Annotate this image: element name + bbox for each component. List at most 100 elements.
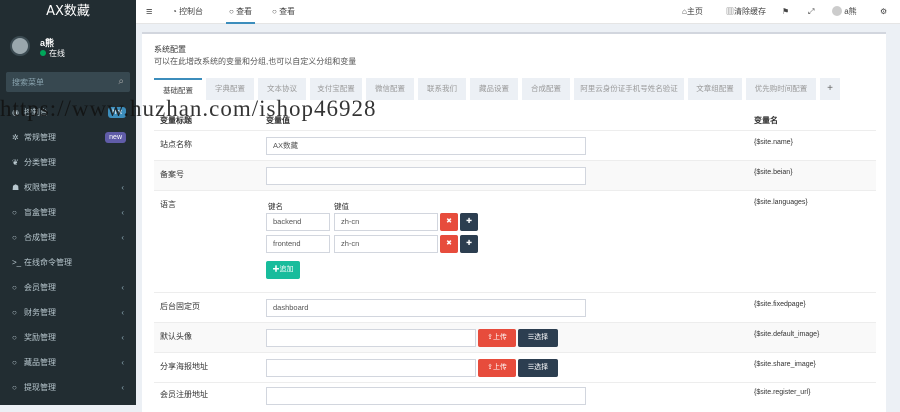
search-icon[interactable]: ⌕ <box>118 76 124 87</box>
tab-synthesis[interactable]: 合成配置 <box>522 78 570 100</box>
fixedpage-input[interactable]: dashboard <box>266 299 586 317</box>
remove-row-button[interactable]: ✖ <box>440 213 458 231</box>
upload-button[interactable]: ⇪上传 <box>478 359 516 377</box>
group-icon: ☗ <box>12 183 20 192</box>
row-title: 默认头像 <box>160 332 192 341</box>
home-link[interactable]: ⌂主页 <box>682 0 703 24</box>
table-row: 后台固定页 dashboard {$site.fixedpage} <box>154 292 876 322</box>
sidebar-item-reward[interactable]: ○ 奖励管理 ‹ <box>0 325 136 350</box>
select-button[interactable]: ☰选择 <box>518 359 558 377</box>
sidebar-item-label: 提现管理 <box>24 383 56 392</box>
brand-logo[interactable]: AX数藏 <box>0 0 136 24</box>
beian-input[interactable] <box>266 167 586 185</box>
fullscreen-icon[interactable]: ⤢ <box>808 0 814 24</box>
select-label: 选择 <box>534 334 549 341</box>
row-title: 会员注册地址 <box>160 390 208 399</box>
lang-key-input[interactable]: frontend <box>266 235 330 253</box>
tab-priority[interactable]: 优先购时间配置 <box>746 78 816 100</box>
select-label: 选择 <box>534 364 549 371</box>
sidebar-item-collection[interactable]: ○ 藏品管理 ‹ <box>0 350 136 375</box>
table-row: 分享海报地址 ⇪上传 ☰选择 {$site.share_image} <box>154 352 876 382</box>
remove-row-button[interactable]: ✖ <box>440 235 458 253</box>
row-title: 分享海报地址 <box>160 362 208 371</box>
row-title: 语言 <box>160 200 176 209</box>
circle-icon: ○ <box>229 7 237 16</box>
row-var-name: {$site.register_url} <box>754 389 811 396</box>
chevron-left-icon: ‹ <box>121 383 124 392</box>
chevron-left-icon: ‹ <box>121 208 124 217</box>
row-var-name: {$site.languages} <box>754 199 808 206</box>
sidebar-item-member[interactable]: ○ 会员管理 ‹ <box>0 275 136 300</box>
user-panel: a熊 在线 <box>0 24 136 66</box>
leaf-icon: ❦ <box>12 158 19 167</box>
sidebar-item-label: 盲盒管理 <box>24 208 56 217</box>
user-menu[interactable]: a熊 <box>832 0 857 24</box>
sidebar-item-label: 藏品管理 <box>24 358 56 367</box>
tab-view[interactable]: ○ 查看 <box>272 0 295 24</box>
clear-cache-button[interactable]: ▥清除缓存 <box>726 0 766 24</box>
sidebar-item-category[interactable]: ❦ 分类管理 <box>0 150 136 175</box>
register-url-input[interactable] <box>266 387 586 405</box>
tab-aliyun-verify[interactable]: 阿里云身份证手机号姓名验证 <box>574 78 684 100</box>
circle-icon: ○ <box>12 233 17 242</box>
add-tab-button[interactable]: + <box>820 78 840 100</box>
move-icon: ✚ <box>466 240 472 247</box>
chevron-left-icon: ‹ <box>121 308 124 317</box>
user-status-label: 在线 <box>49 49 65 58</box>
sidebar-item-label: 常规管理 <box>24 133 56 142</box>
language-icon[interactable]: ⚑ <box>782 0 789 24</box>
menu-toggle-icon[interactable]: ≡ <box>146 0 152 24</box>
upload-button[interactable]: ⇪上传 <box>478 329 516 347</box>
lang-value-input[interactable]: zh-cn <box>334 213 438 231</box>
sidebar-item-label: 在线命令管理 <box>24 258 72 267</box>
sidebar-item-withdraw[interactable]: ○ 提现管理 ‹ <box>0 375 136 400</box>
close-icon: ✖ <box>446 240 452 247</box>
sidebar-item-label: 财务管理 <box>24 308 56 317</box>
sidebar-item-synthesis[interactable]: ○ 合成管理 ‹ <box>0 225 136 250</box>
append-button[interactable]: ✚追加 <box>266 261 300 279</box>
sidebar-item-label: 会员管理 <box>24 283 56 292</box>
lang-value-input[interactable]: zh-cn <box>334 235 438 253</box>
sidebar-item-label: 权限管理 <box>24 183 56 192</box>
tab-view-active[interactable]: ○ 查看 <box>226 0 256 24</box>
watermark-text: https://www.huzhan.com/ishop46928 <box>0 96 377 121</box>
search-input[interactable] <box>6 72 106 92</box>
tab-article[interactable]: 文章组配置 <box>688 78 742 100</box>
avatar <box>10 36 30 56</box>
close-icon: ✖ <box>446 218 452 225</box>
lang-key-input[interactable]: backend <box>266 213 330 231</box>
terminal-icon: >_ <box>12 258 22 267</box>
sidebar-item-command[interactable]: >_ 在线命令管理 <box>0 250 136 275</box>
config-panel: 系统配置 可以在此增改系统的变量和分组,也可以自定义分组和变量 基础配置 字典配… <box>142 32 886 412</box>
row-var-name: {$site.beian} <box>754 169 793 176</box>
plus-icon: ✚ <box>272 266 280 273</box>
tab-label: 控制台 <box>179 7 204 16</box>
row-title: 站点名称 <box>160 140 192 149</box>
cogs-icon: ✲ <box>12 133 19 142</box>
row-title: 后台固定页 <box>160 302 200 311</box>
sidebar-item-finance[interactable]: ○ 财务管理 ‹ <box>0 300 136 325</box>
sidebar-item-blindbox[interactable]: ○ 盲盒管理 ‹ <box>0 200 136 225</box>
chevron-left-icon: ‹ <box>121 358 124 367</box>
drag-row-button[interactable]: ✚ <box>460 213 478 231</box>
upload-label: 上传 <box>492 334 507 341</box>
sidebar-item-general[interactable]: ✲ 常规管理 new <box>0 125 136 150</box>
trash-icon: ▥ <box>726 7 734 16</box>
default-image-input[interactable] <box>266 329 476 347</box>
column-header-name: 变量名 <box>754 116 778 125</box>
drag-row-button[interactable]: ✚ <box>460 235 478 253</box>
row-var-name: {$site.default_image} <box>754 331 820 338</box>
tab-dashboard[interactable]: ◔ 控制台 <box>172 0 203 24</box>
circle-icon: ○ <box>12 383 17 392</box>
settings-icon[interactable]: ⚙ <box>880 0 887 24</box>
new-badge: new <box>105 132 126 143</box>
sidebar-item-label: 分类管理 <box>24 158 56 167</box>
sidebar-menu: ◉ 控制台 hot ✲ 常规管理 new ❦ 分类管理 ☗ 权限管理 ‹ ○ 盲盒管理 ‹ ○ 合成… <box>0 100 136 400</box>
select-button[interactable]: ☰选择 <box>518 329 558 347</box>
sidebar-item-auth[interactable]: ☗ 权限管理 ‹ <box>0 175 136 200</box>
top-navbar: ≡ ◔ 控制台 ○ 查看 ○ 查看 ⌂主页 ▥清除缓存 ⚑ ⤢ a熊 ⚙ <box>136 0 900 24</box>
site-name-input[interactable]: AX数藏 <box>266 137 586 155</box>
share-image-input[interactable] <box>266 359 476 377</box>
table-row: 默认头像 ⇪上传 ☰选择 {$site.default_image} <box>154 322 876 352</box>
table-row: 会员注册地址 {$site.register_url} <box>154 382 876 412</box>
